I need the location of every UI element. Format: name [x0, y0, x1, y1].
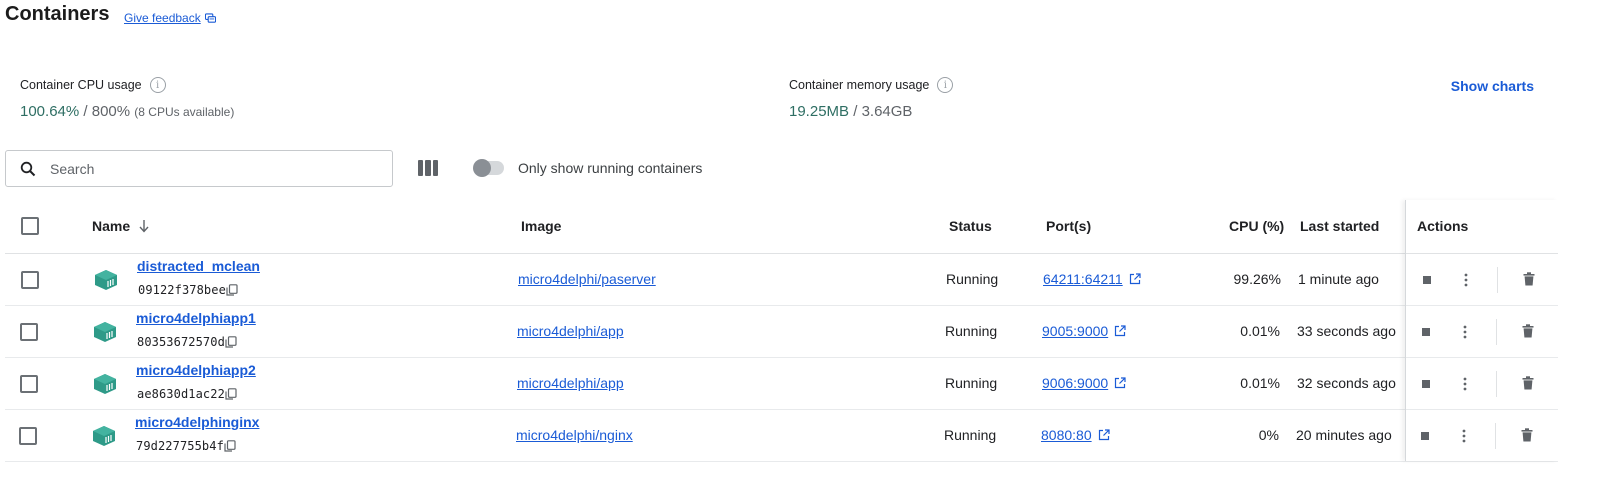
cpu-total: 800%: [91, 103, 131, 120]
containers-table: Name Image Status Port(s) CPU (%) Last s…: [5, 200, 1558, 462]
only-running-label: Only show running containers: [518, 160, 703, 176]
last-started-value: 33 seconds ago: [1297, 323, 1396, 339]
port-mapping: 8080:80: [1041, 427, 1092, 443]
external-link-icon: [1098, 429, 1110, 441]
external-link-icon: [1129, 273, 1141, 285]
give-feedback-label: Give feedback: [124, 11, 201, 25]
show-charts-button[interactable]: Show charts: [1451, 78, 1534, 94]
last-started-value: 20 minutes ago: [1296, 427, 1392, 443]
search-icon: [20, 161, 36, 176]
last-started-value: 32 seconds ago: [1297, 375, 1396, 391]
container-id: 80353672570d: [137, 335, 225, 349]
cpu-value: 0%: [1258, 427, 1279, 443]
port-mapping: 9006:9000: [1042, 375, 1109, 391]
row-checkbox[interactable]: [20, 323, 38, 341]
image-link[interactable]: micro4delphi/app: [517, 323, 624, 339]
external-link-icon: [1115, 377, 1126, 389]
status-text: Running: [945, 323, 998, 339]
container-name-link[interactable]: micro4delphiapp2: [136, 362, 256, 378]
toggle-knob: [473, 159, 491, 177]
table-row[interactable]: micro4delphinginx 79d227755b4f micro4del…: [5, 410, 1558, 462]
column-header-cpu[interactable]: CPU (%): [1229, 218, 1284, 234]
port-link[interactable]: 8080:80: [1041, 427, 1110, 443]
container-name-link[interactable]: micro4delphinginx: [135, 414, 259, 430]
give-feedback-link[interactable]: Give feedback: [124, 11, 216, 25]
container-name-link[interactable]: distracted_mclean: [137, 258, 260, 274]
table-body: distracted_mclean 09122f378bee micro4del…: [5, 254, 1558, 462]
memory-usage-label: Container memory usage: [789, 78, 930, 92]
status-text: Running: [945, 375, 998, 391]
port-link[interactable]: 64211:64211: [1043, 271, 1141, 287]
image-link[interactable]: micro4delphi/app: [517, 375, 624, 391]
cpu-note: (8 CPUs available): [134, 105, 235, 119]
column-header-name[interactable]: Name: [92, 218, 150, 234]
image-link[interactable]: micro4delphi/nginx: [516, 427, 633, 443]
port-link[interactable]: 9005:9000: [1042, 323, 1126, 339]
row-checkbox[interactable]: [19, 427, 37, 445]
port-mapping: 9005:9000: [1042, 323, 1109, 339]
port-link[interactable]: 9006:9000: [1042, 375, 1126, 391]
table-row[interactable]: distracted_mclean 09122f378bee micro4del…: [5, 254, 1558, 306]
column-header-image[interactable]: Image: [521, 218, 561, 234]
status-text: Running: [946, 271, 999, 287]
memory-total: 3.64GB: [861, 103, 913, 120]
cpu-usage-label: Container CPU usage: [20, 78, 142, 92]
container-name-link[interactable]: micro4delphiapp1: [136, 310, 256, 326]
memory-usage-value: 19.25MB / 3.64GB: [789, 103, 953, 120]
copy-icon[interactable]: [225, 388, 237, 400]
container-id: 09122f378bee: [138, 283, 226, 297]
port-mapping: 64211:64211: [1043, 271, 1123, 287]
info-icon[interactable]: i: [937, 77, 954, 93]
table-header: Name Image Status Port(s) CPU (%) Last s…: [5, 200, 1558, 254]
column-header-status[interactable]: Status: [949, 218, 992, 234]
sort-arrow-down-icon: [139, 220, 149, 233]
copy-icon[interactable]: [224, 440, 236, 452]
container-id: ae8630d1ac22: [137, 387, 225, 401]
image-link[interactable]: micro4delphi/paserver: [518, 271, 656, 287]
column-name-label: Name: [92, 218, 131, 234]
status-text: Running: [944, 427, 997, 443]
table-row[interactable]: micro4delphiapp2 ae8630d1ac22 micro4delp…: [5, 358, 1558, 410]
select-all-checkbox[interactable]: [21, 217, 39, 235]
container-icon: [94, 374, 116, 394]
memory-usage-stat: Container memory usage i 19.25MB / 3.64GB: [789, 77, 954, 120]
copy-icon[interactable]: [225, 336, 237, 348]
cpu-sep: /: [79, 103, 92, 120]
cpu-usage-value: 100.64% / 800% (8 CPUs available): [20, 103, 234, 120]
container-icon: [94, 322, 116, 342]
row-checkbox[interactable]: [21, 271, 39, 289]
search-input[interactable]: [50, 160, 370, 177]
row-checkbox[interactable]: [20, 375, 38, 393]
column-header-ports[interactable]: Port(s): [1046, 218, 1091, 234]
container-icon: [95, 270, 117, 290]
feedback-icon: [204, 12, 216, 23]
column-selector-icon[interactable]: [418, 160, 438, 176]
column-header-last-started[interactable]: Last started: [1300, 218, 1379, 234]
page-title: Containers: [5, 3, 110, 25]
cpu-value: 0.01%: [1240, 375, 1280, 391]
table-row[interactable]: micro4delphiapp1 80353672570d micro4delp…: [5, 306, 1558, 358]
memory-used: 19.25MB: [789, 103, 850, 120]
cpu-used: 100.64%: [20, 103, 80, 120]
search-box[interactable]: [5, 150, 393, 187]
last-started-value: 1 minute ago: [1298, 271, 1379, 287]
only-running-toggle[interactable]: [473, 159, 504, 177]
external-link-icon: [1115, 325, 1126, 337]
cpu-value: 99.26%: [1233, 271, 1281, 287]
cpu-value: 0.01%: [1240, 323, 1280, 339]
copy-icon[interactable]: [226, 284, 238, 296]
memory-sep: /: [849, 103, 862, 120]
cpu-usage-stat: Container CPU usage i 100.64% / 800% (8 C…: [20, 77, 234, 120]
container-id: 79d227755b4f: [136, 439, 224, 453]
actions-column-shade: [1405, 200, 1558, 461]
container-icon: [93, 426, 115, 446]
info-icon[interactable]: i: [149, 77, 166, 93]
